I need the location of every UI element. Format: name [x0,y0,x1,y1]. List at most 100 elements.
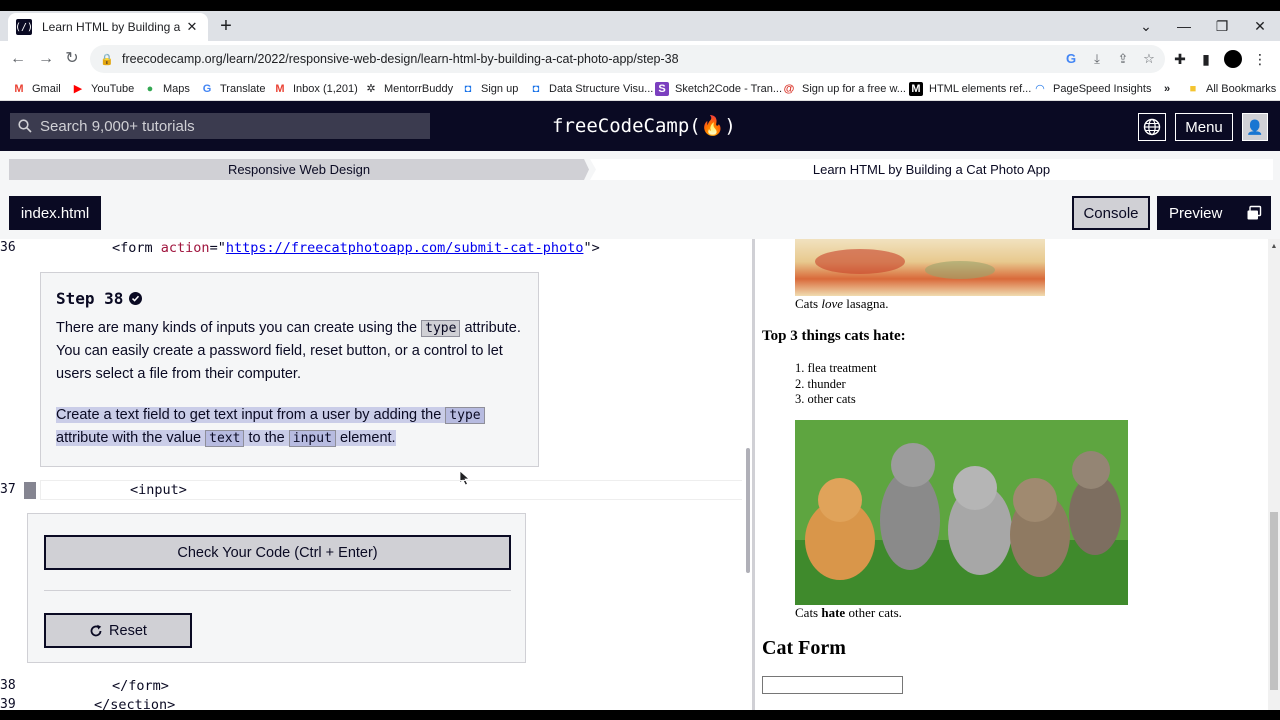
bookmark-translate[interactable]: G Translate [200,80,266,98]
code-line-38[interactable]: </form> [112,678,169,694]
google-icon[interactable]: G [1063,50,1079,68]
extensions-puzzle-icon[interactable]: ✚ [1172,49,1188,69]
tab-title: Learn HTML by Building a Cat Ph [42,20,184,34]
bookmark-data-structure[interactable]: ◘ Data Structure Visu... [529,80,654,98]
lasagna-caption: Cats love lasagna. [795,296,889,311]
hate-list: 1. flea treatment 2. thunder 3. other ca… [795,361,877,408]
code-editor[interactable]: 36 <form action="https://freecatphotoapp… [0,239,752,710]
reload-icon[interactable]: ↻ [62,49,82,69]
profile-avatar-icon[interactable] [1224,50,1242,68]
editor-toolbar: index.html Console Preview [0,187,1280,239]
breadcrumb-block[interactable]: Learn HTML by Building a Cat Photo App [590,159,1273,180]
window-bottom-strip [0,710,1280,720]
signup-swirl-icon: @ [783,83,795,95]
step-title: Step 38 [56,289,143,308]
code-line-37[interactable]: <input> [130,482,187,498]
cat-form-heading: Cat Form [762,637,846,659]
user-avatar-icon[interactable]: 👤 [1242,113,1268,141]
check-your-code-button[interactable]: Check Your Code (Ctrl + Enter) [44,535,511,570]
browser-tab-active[interactable]: (/) Learn HTML by Building a Cat Ph ✕ [8,13,208,41]
address-bar-row: ← → ↻ 🔒 freecodecamp.org/learn/2022/resp… [0,41,1280,77]
step-description-panel: Step 38 There are many kinds of inputs y… [40,272,539,486]
new-tab-icon[interactable]: + [216,16,236,37]
breadcrumb: Responsive Web Design Learn HTML by Buil… [0,151,1280,187]
step-instruction-paragraph: There are many kinds of inputs you can c… [56,320,521,382]
inline-code: text [205,430,245,447]
tab-close-icon[interactable]: ✕ [184,19,200,35]
globe-icon [1143,118,1161,136]
browser-menu-kebab-icon[interactable]: ⋮ [1252,49,1268,69]
search-placeholder: Search 9,000+ tutorials [40,117,195,135]
preview-button[interactable]: Preview [1157,196,1271,230]
window-close-icon[interactable]: ✕ [1249,17,1271,37]
menu-button[interactable]: Menu [1175,113,1233,141]
search-icon [16,117,34,135]
bookmark-mentorrbuddy[interactable]: ✲ MentorrBuddy [364,80,453,98]
inline-code: type [421,320,461,337]
bookmarks-bar: M Gmail ▶ YouTube ● Maps G Translate M Inbox … [0,77,1280,101]
code-line-36[interactable]: <form action="https://freecatphotoapp.co… [112,240,600,256]
fcc-logo[interactable]: freeCodeCamp(🔥) [552,114,736,137]
side-panel-icon[interactable]: ▮ [1198,49,1214,69]
list-item: 3. other cats [795,392,856,406]
kittens-caption: Cats hate other cats. [795,605,902,620]
line-number: 38 [0,678,16,693]
all-bookmarks[interactable]: ■ All Bookmarks [1186,80,1277,98]
scroll-up-arrow-icon[interactable]: ▲ [1269,242,1279,252]
install-app-icon[interactable]: ⤓ [1089,50,1105,68]
search-input[interactable]: Search 9,000+ tutorials [10,113,430,139]
gmail-inbox-icon: M [275,83,285,95]
url-text[interactable]: freecodecamp.org/learn/2022/responsive-w… [122,52,679,66]
share-icon[interactable]: ⇪ [1115,50,1131,68]
editor-scrollbar-thumb[interactable] [746,448,750,573]
folder-icon: ■ [1189,83,1197,95]
file-tab-index-html[interactable]: index.html [9,196,101,230]
bookmark-star-icon[interactable]: ☆ [1141,50,1157,68]
language-globe-button[interactable] [1138,113,1166,141]
reset-arrow-icon [90,624,102,636]
bookmark-sign-up[interactable]: ◘ Sign up [461,80,519,98]
code-line-39[interactable]: </section> [94,697,175,710]
line-number: 37 [0,482,16,497]
bookmark-gmail[interactable]: M Gmail [12,80,60,98]
bookmark-sketch2code[interactable]: S Sketch2Code - Tran... [655,80,782,98]
minimize-icon[interactable]: — [1173,17,1195,37]
tab-search-chevron-icon[interactable]: ⌄ [1135,17,1157,37]
window-top-strip [0,0,1280,11]
bookmark-sign-up-free[interactable]: @ Sign up for a free w... [782,80,906,98]
reset-button[interactable]: Reset [44,613,192,648]
step-task-paragraph: Create a text field to get text input fr… [56,404,526,450]
youtube-icon: ▶ [73,83,83,95]
bookmark-youtube[interactable]: ▶ YouTube [71,80,134,98]
freecodecamp-favicon-icon: (/) [15,19,33,35]
mentorrbuddy-icon: ✲ [366,83,376,95]
url-omnibox[interactable]: 🔒 freecodecamp.org/learn/2022/responsive… [90,45,1165,73]
translate-icon: G [202,83,212,95]
action-panel: Check Your Code (Ctrl + Enter) Reset [27,513,526,663]
line-number: 39 [0,697,16,710]
maximize-icon[interactable]: ❐ [1211,17,1233,37]
lasagna-image [795,239,1045,296]
forward-arrow-icon[interactable]: → [36,49,56,69]
inline-code: input [288,430,336,447]
bookmark-maps[interactable]: ● Maps [143,80,190,98]
current-line-marker [24,482,36,499]
bookmark-pagespeed[interactable]: ◠ PageSpeed Insights [1033,80,1152,98]
bookmark-inbox[interactable]: M Inbox (1,201) [273,80,357,98]
selected-text: Create a text field to get text input fr… [56,407,485,447]
bookmarks-overflow-icon[interactable]: » [1160,80,1180,98]
bookmark-html-elements[interactable]: M HTML elements ref... [909,80,1031,98]
lock-icon: 🔒 [100,53,114,66]
list-item: 1. flea treatment [795,361,877,375]
preview-scrollbar-thumb[interactable] [1270,512,1278,690]
cat-form-input[interactable] [762,676,903,694]
maps-pin-icon: ● [146,83,154,95]
browser-tab-bar: (/) Learn HTML by Building a Cat Ph ✕ + … [0,11,1280,41]
popout-window-icon[interactable] [1241,200,1267,226]
back-arrow-icon[interactable]: ← [8,49,28,69]
console-button[interactable]: Console [1072,196,1150,230]
sketch2code-icon: S [655,82,669,96]
preview-pane: Cats love lasagna. Top 3 things cats hat… [755,239,1280,710]
mdn-icon: M [909,82,923,96]
breadcrumb-superblock[interactable]: Responsive Web Design [9,159,589,180]
